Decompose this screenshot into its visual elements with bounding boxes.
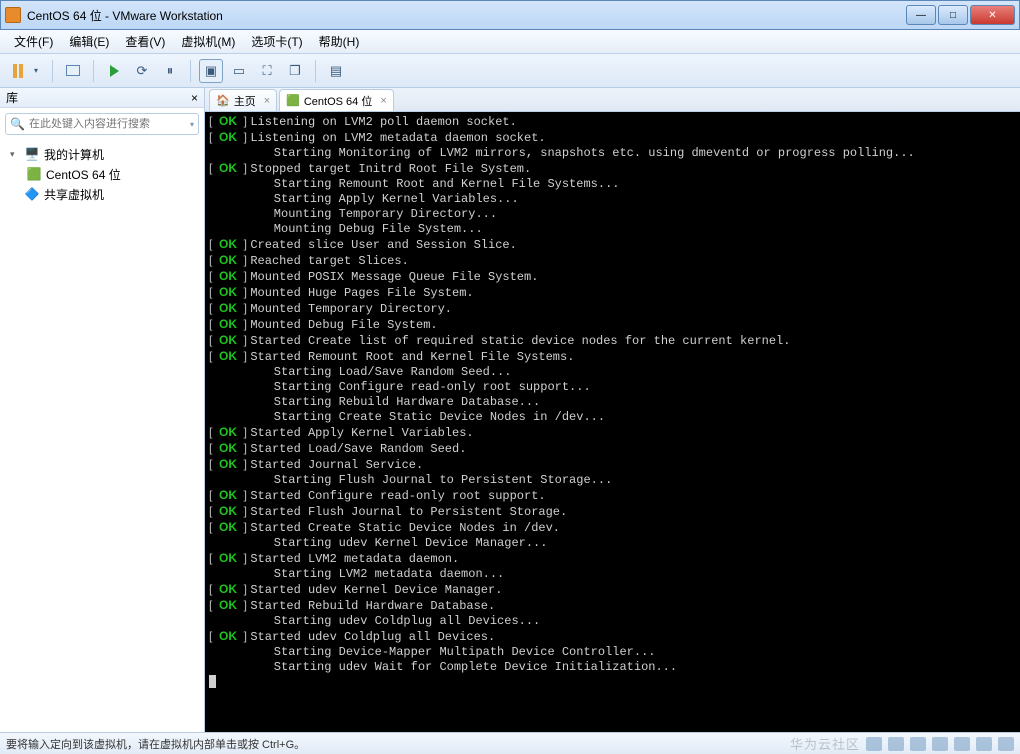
tab-label: CentOS 64 位 [304,93,372,109]
toolbar-divider [315,60,316,82]
minimize-button[interactable]: — [906,5,936,25]
device-cd-icon[interactable] [888,737,904,751]
close-button[interactable]: ✕ [970,5,1015,25]
unity-button[interactable]: ❐ [283,59,307,83]
device-net-icon[interactable] [910,737,926,751]
view-thumbnail-button[interactable]: ▭ [227,59,251,83]
search-input[interactable] [29,118,190,130]
pause-button[interactable] [6,59,30,83]
tab-bar: 🏠 主页 × 🟩 CentOS 64 位 × [205,88,1020,112]
pause-dropdown[interactable]: ▾ [34,66,44,75]
tree-my-computer[interactable]: ▾ 🖥️ 我的计算机 [6,144,198,164]
search-dropdown-icon[interactable]: ▾ [190,120,194,129]
tab-home[interactable]: 🏠 主页 × [209,89,277,111]
window-titlebar: CentOS 64 位 - VMware Workstation — □ ✕ [0,0,1020,30]
tab-centos[interactable]: 🟩 CentOS 64 位 × [279,89,394,111]
shared-icon: 🔷 [24,187,40,201]
status-hint: 要将输入定向到该虚拟机，请在虚拟机内部单击或按 Ctrl+G。 [6,736,305,752]
status-bar: 要将输入定向到该虚拟机，请在虚拟机内部单击或按 Ctrl+G。 华为云社区 [0,732,1020,754]
home-icon: 🏠 [216,94,230,107]
tree-shared-vms[interactable]: 🔷 共享虚拟机 [6,184,198,204]
content-area: 🏠 主页 × 🟩 CentOS 64 位 × [ OK ] Listening … [205,88,1020,732]
suspend-button[interactable]: ⏸ [158,59,182,83]
menu-tabs[interactable]: 选项卡(T) [243,33,310,50]
window-title: CentOS 64 位 - VMware Workstation [27,7,904,24]
tree-toggle-icon[interactable]: ▾ [10,149,20,160]
toolbar-divider [93,60,94,82]
app-icon [5,7,21,23]
menu-file[interactable]: 文件(F) [6,33,61,50]
sidebar-header: 库 × [0,88,204,108]
sidebar: 库 × 🔍 ▾ ▾ 🖥️ 我的计算机 🟩 CentOS 64 位 🔷 共享虚拟机 [0,88,205,732]
tree-label: CentOS 64 位 [46,166,121,183]
computer-icon: 🖥️ [24,147,40,161]
vm-icon: 🟩 [26,167,42,181]
menu-edit[interactable]: 编辑(E) [61,33,117,50]
tree-vm-centos[interactable]: 🟩 CentOS 64 位 [6,164,198,184]
tree-label: 我的计算机 [44,146,104,163]
sidebar-close-icon[interactable]: × [191,91,198,105]
maximize-button[interactable]: □ [938,5,968,25]
tab-close-icon[interactable]: × [380,95,386,107]
tab-close-icon[interactable]: × [264,95,270,107]
library-toggle-button[interactable]: ▤ [324,59,348,83]
menu-view[interactable]: 查看(V) [117,33,173,50]
menu-bar: 文件(F) 编辑(E) 查看(V) 虚拟机(M) 选项卡(T) 帮助(H) [0,30,1020,54]
tree-label: 共享虚拟机 [44,186,104,203]
tab-label: 主页 [234,93,256,109]
search-icon: 🔍 [10,117,25,131]
device-usb-icon[interactable] [932,737,948,751]
terminal-output[interactable]: [ OK ] Listening on LVM2 poll daemon soc… [205,112,1020,732]
menu-vm[interactable]: 虚拟机(M) [173,33,243,50]
toolbar: ▾ ⟳ ⏸ ▣ ▭ ⛶ ❐ ▤ [0,54,1020,88]
vm-icon: 🟩 [286,94,300,107]
reset-button[interactable]: ⟳ [130,59,154,83]
toolbar-divider [190,60,191,82]
search-box[interactable]: 🔍 ▾ [5,113,199,135]
device-hdd-icon[interactable] [866,737,882,751]
watermark: 华为云社区 [790,734,860,753]
main-area: 库 × 🔍 ▾ ▾ 🖥️ 我的计算机 🟩 CentOS 64 位 🔷 共享虚拟机 [0,88,1020,732]
snapshot-button[interactable] [61,59,85,83]
device-display-icon[interactable] [998,737,1014,751]
device-sound-icon[interactable] [954,737,970,751]
fullscreen-button[interactable]: ⛶ [255,59,279,83]
sidebar-tree: ▾ 🖥️ 我的计算机 🟩 CentOS 64 位 🔷 共享虚拟机 [0,140,204,208]
sidebar-title: 库 [6,89,18,106]
power-on-button[interactable] [102,59,126,83]
view-console-button[interactable]: ▣ [199,59,223,83]
toolbar-divider [52,60,53,82]
device-printer-icon[interactable] [976,737,992,751]
menu-help[interactable]: 帮助(H) [311,33,368,50]
